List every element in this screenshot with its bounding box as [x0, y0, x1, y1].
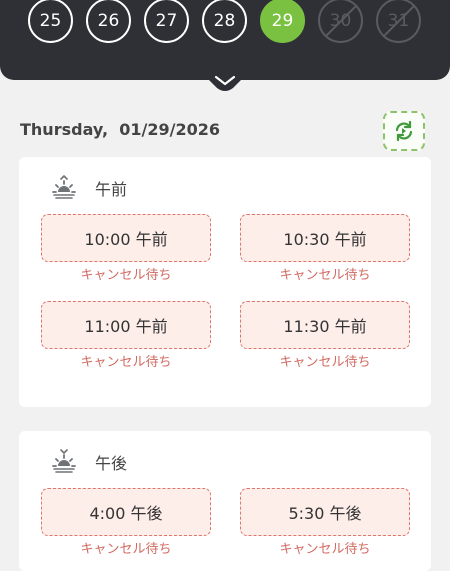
slot-time-button[interactable]: 10:30 午前 [240, 214, 410, 262]
day-29-selected[interactable]: 29 [260, 0, 305, 43]
day-27[interactable]: 27 [144, 0, 189, 43]
morning-card: 午前 10:00 午前 キャンセル待ち 10:30 午前 キャンセル待ち 11:… [19, 157, 431, 407]
sunset-icon [52, 449, 76, 473]
date-strip: 25 26 27 28 29 30 31 [0, 0, 450, 80]
time-slot[interactable]: 5:30 午後 キャンセル待ち [240, 488, 410, 557]
slot-time-button[interactable]: 11:00 午前 [41, 301, 211, 349]
time-slot[interactable]: 10:30 午前 キャンセル待ち [240, 214, 410, 283]
slot-time-button[interactable]: 5:30 午後 [240, 488, 410, 536]
slot-time-button[interactable]: 11:30 午前 [240, 301, 410, 349]
slot-status: キャンセル待ち [80, 268, 172, 283]
slot-time-button[interactable]: 4:00 午後 [41, 488, 211, 536]
selected-date-label: Thursday, 01/29/2026 [20, 120, 221, 139]
refresh-button[interactable] [383, 111, 425, 151]
sunrise-icon [52, 175, 76, 199]
time-slot[interactable]: 10:00 午前 キャンセル待ち [41, 214, 211, 283]
afternoon-header: 午後 [51, 447, 127, 477]
day-31-disabled: 31 [376, 0, 421, 43]
afternoon-title: 午後 [95, 454, 128, 473]
strike-line [320, 0, 361, 41]
time-slot[interactable]: 11:00 午前 キャンセル待ち [41, 301, 211, 370]
slot-status: キャンセル待ち [80, 355, 172, 370]
collapse-chevron-icon[interactable] [199, 70, 251, 94]
morning-title: 午前 [95, 180, 128, 199]
day-28[interactable]: 28 [202, 0, 247, 43]
day-26[interactable]: 26 [86, 0, 131, 43]
slot-status: キャンセル待ち [80, 542, 172, 557]
day-30-disabled: 30 [318, 0, 363, 43]
time-slot[interactable]: 11:30 午前 キャンセル待ち [240, 301, 410, 370]
morning-header: 午前 [51, 173, 127, 203]
slot-status: キャンセル待ち [279, 268, 371, 283]
day-25[interactable]: 25 [28, 0, 73, 43]
slot-time-button[interactable]: 10:00 午前 [41, 214, 211, 262]
refresh-icon [395, 120, 413, 142]
time-slot[interactable]: 4:00 午後 キャンセル待ち [41, 488, 211, 557]
strike-line [378, 0, 419, 41]
afternoon-card: 午後 4:00 午後 キャンセル待ち 5:30 午後 キャンセル待ち [19, 431, 431, 571]
slot-status: キャンセル待ち [279, 542, 371, 557]
slot-status: キャンセル待ち [279, 355, 371, 370]
